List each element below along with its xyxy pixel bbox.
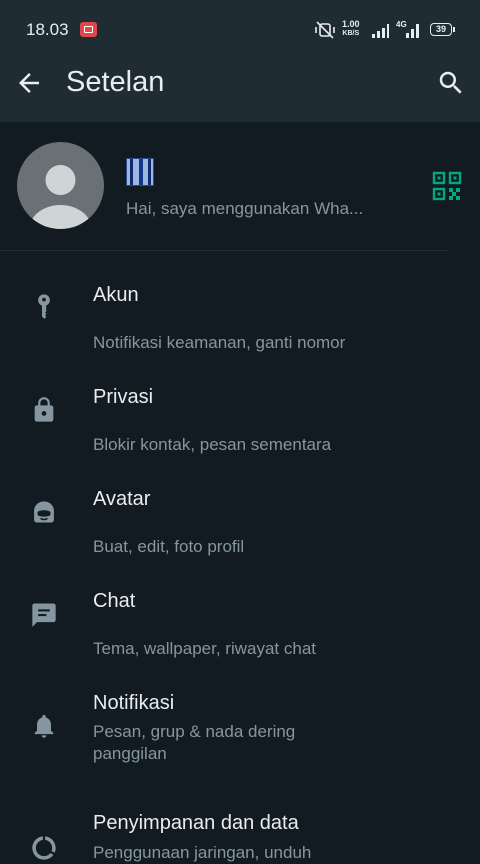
chat-icon xyxy=(32,603,56,627)
app-bar: Setelan xyxy=(0,58,480,122)
profile-name-image xyxy=(126,158,154,186)
network-speed-unit: KB/S xyxy=(342,30,360,37)
lock-icon xyxy=(34,397,54,422)
setting-subtitle: Buat, edit, foto profil xyxy=(93,537,245,556)
setting-item-notifikasi[interactable]: Notifikasi Pesan, grup & nada dering pan… xyxy=(0,678,480,778)
setting-item-penyimpanan[interactable]: Penyimpanan dan data Penggunaan jaringan… xyxy=(0,798,480,862)
setting-subtitle: Notifikasi keamanan, ganti nomor xyxy=(93,333,346,352)
screen-record-icon xyxy=(80,22,97,37)
network-speed: 1.00 KB/S xyxy=(342,20,360,38)
profile-about: Hai, saya menggunakan Wha... xyxy=(126,199,364,218)
setting-title: Penyimpanan dan data xyxy=(93,812,299,834)
profile-row[interactable]: Hai, saya menggunakan Wha... xyxy=(0,122,480,250)
signal-icon-2 xyxy=(406,24,419,38)
qr-code-icon xyxy=(432,171,462,201)
setting-item-privasi[interactable]: Privasi Blokir kontak, pesan sementara xyxy=(0,372,480,456)
avatar-face-icon xyxy=(34,501,54,523)
key-icon xyxy=(38,294,50,319)
search-button[interactable] xyxy=(436,68,466,98)
data-usage-icon xyxy=(32,836,56,860)
avatar[interactable] xyxy=(17,142,104,229)
setting-title: Akun xyxy=(93,284,139,306)
network-speed-value: 1.00 xyxy=(342,19,360,29)
default-avatar-icon xyxy=(29,165,92,229)
setting-title: Avatar xyxy=(93,488,151,510)
setting-item-chat[interactable]: Chat Tema, wallpaper, riwayat chat xyxy=(0,576,480,660)
bell-icon xyxy=(34,714,54,738)
status-bar: 18.03 1.00 KB/S 4G 39 xyxy=(0,0,480,58)
signal-icon xyxy=(372,24,389,38)
setting-title: Chat xyxy=(93,590,136,612)
setting-subtitle: Pesan, grup & nada dering panggilan xyxy=(93,722,296,763)
search-icon xyxy=(439,71,462,94)
setting-title: Notifikasi xyxy=(93,692,175,714)
battery-indicator: 39 xyxy=(430,23,455,36)
status-time: 18.03 xyxy=(26,20,69,39)
qr-code-button[interactable] xyxy=(432,171,462,201)
setting-title: Privasi xyxy=(93,386,154,408)
setting-item-avatar[interactable]: Avatar Buat, edit, foto profil xyxy=(0,474,480,558)
setting-item-akun[interactable]: Akun Notifikasi keamanan, ganti nomor xyxy=(0,270,480,354)
page-title: Setelan xyxy=(66,66,165,98)
arrow-back-icon xyxy=(19,73,39,93)
vibrate-mute-icon xyxy=(315,21,335,39)
setting-subtitle: Blokir kontak, pesan sementara xyxy=(93,435,332,454)
back-button[interactable] xyxy=(14,68,44,98)
divider xyxy=(0,250,448,251)
setting-subtitle: Penggunaan jaringan, unduh xyxy=(93,843,312,862)
setting-subtitle: Tema, wallpaper, riwayat chat xyxy=(93,639,316,658)
